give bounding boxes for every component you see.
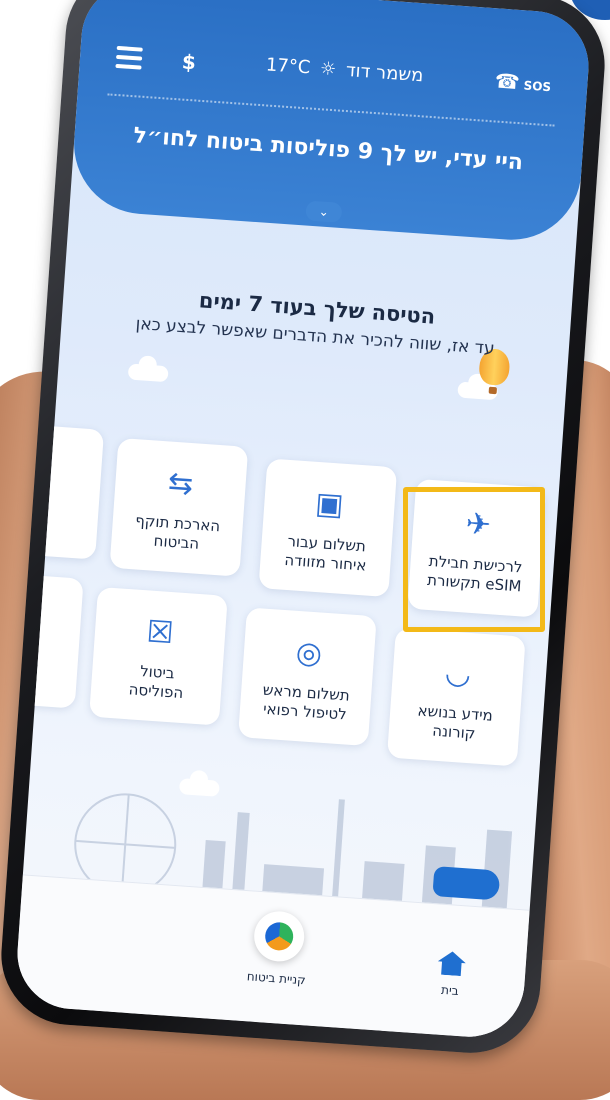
document-cancel-icon: ☒ xyxy=(145,614,175,652)
luggage-icon: ▣ xyxy=(314,485,345,523)
card-cancel-policy[interactable]: ☒ ביטול הפוליסה xyxy=(89,586,228,726)
menu-icon[interactable] xyxy=(115,45,143,70)
weather-location: משמר דוד xyxy=(345,59,425,87)
weather-widget: משמר דוד ☼ 17°C xyxy=(265,54,424,86)
phone-icon: ☎ xyxy=(493,68,521,95)
mask-icon: ◡ xyxy=(443,655,473,693)
card-luggage-delay[interactable]: ▣ תשלום עבור איחור מזוודה xyxy=(258,458,398,598)
card-corona-info[interactable]: ◡ מידע בנושא קורונה xyxy=(386,627,526,767)
nav-buy-insurance[interactable]: קניית ביטוח xyxy=(231,908,326,988)
app-logo-icon xyxy=(252,909,306,964)
nav-buy-label: קניית ביטוח xyxy=(246,969,307,988)
nav-home-label: בית xyxy=(440,982,460,999)
card-label: הארכת תוקף הביטוח xyxy=(134,511,221,553)
highlight-frame xyxy=(403,487,545,632)
card-label: מידע בנושא קורונה xyxy=(417,701,494,743)
home-icon xyxy=(437,951,467,977)
card-medical-prepay[interactable]: ◎ תשלום מראש לטיפול רפואי xyxy=(238,607,377,747)
money-bag-icon[interactable]: $ xyxy=(177,48,201,75)
nav-home[interactable]: בית xyxy=(435,951,466,999)
sos-button[interactable]: ☎ SOS xyxy=(494,68,552,96)
card-label: תשלום עבור איחור מזוודה xyxy=(283,532,367,575)
card-label: ביטול הפוליסה xyxy=(128,662,184,703)
card-label: תשלום מראש לטיפול רפואי xyxy=(262,680,351,724)
cloud-decoration xyxy=(127,363,169,383)
document-extend-icon: ⇆ xyxy=(166,465,195,503)
cloud-decoration xyxy=(178,778,220,797)
sos-label: SOS xyxy=(523,78,552,95)
airplane-illustration xyxy=(432,866,501,901)
card-extend-policy[interactable]: ⇆ הארכת תוקף הביטוח xyxy=(109,437,249,577)
hand-coin-icon: ◎ xyxy=(294,634,324,672)
weather-temp: 17°C xyxy=(265,54,312,79)
greeting-text: היי עדי, יש לך 9 פוליסות ביטוח לחו״ל xyxy=(132,123,524,176)
sun-icon: ☼ xyxy=(319,58,337,81)
expand-chevron-icon[interactable]: ⌄ xyxy=(305,200,343,223)
